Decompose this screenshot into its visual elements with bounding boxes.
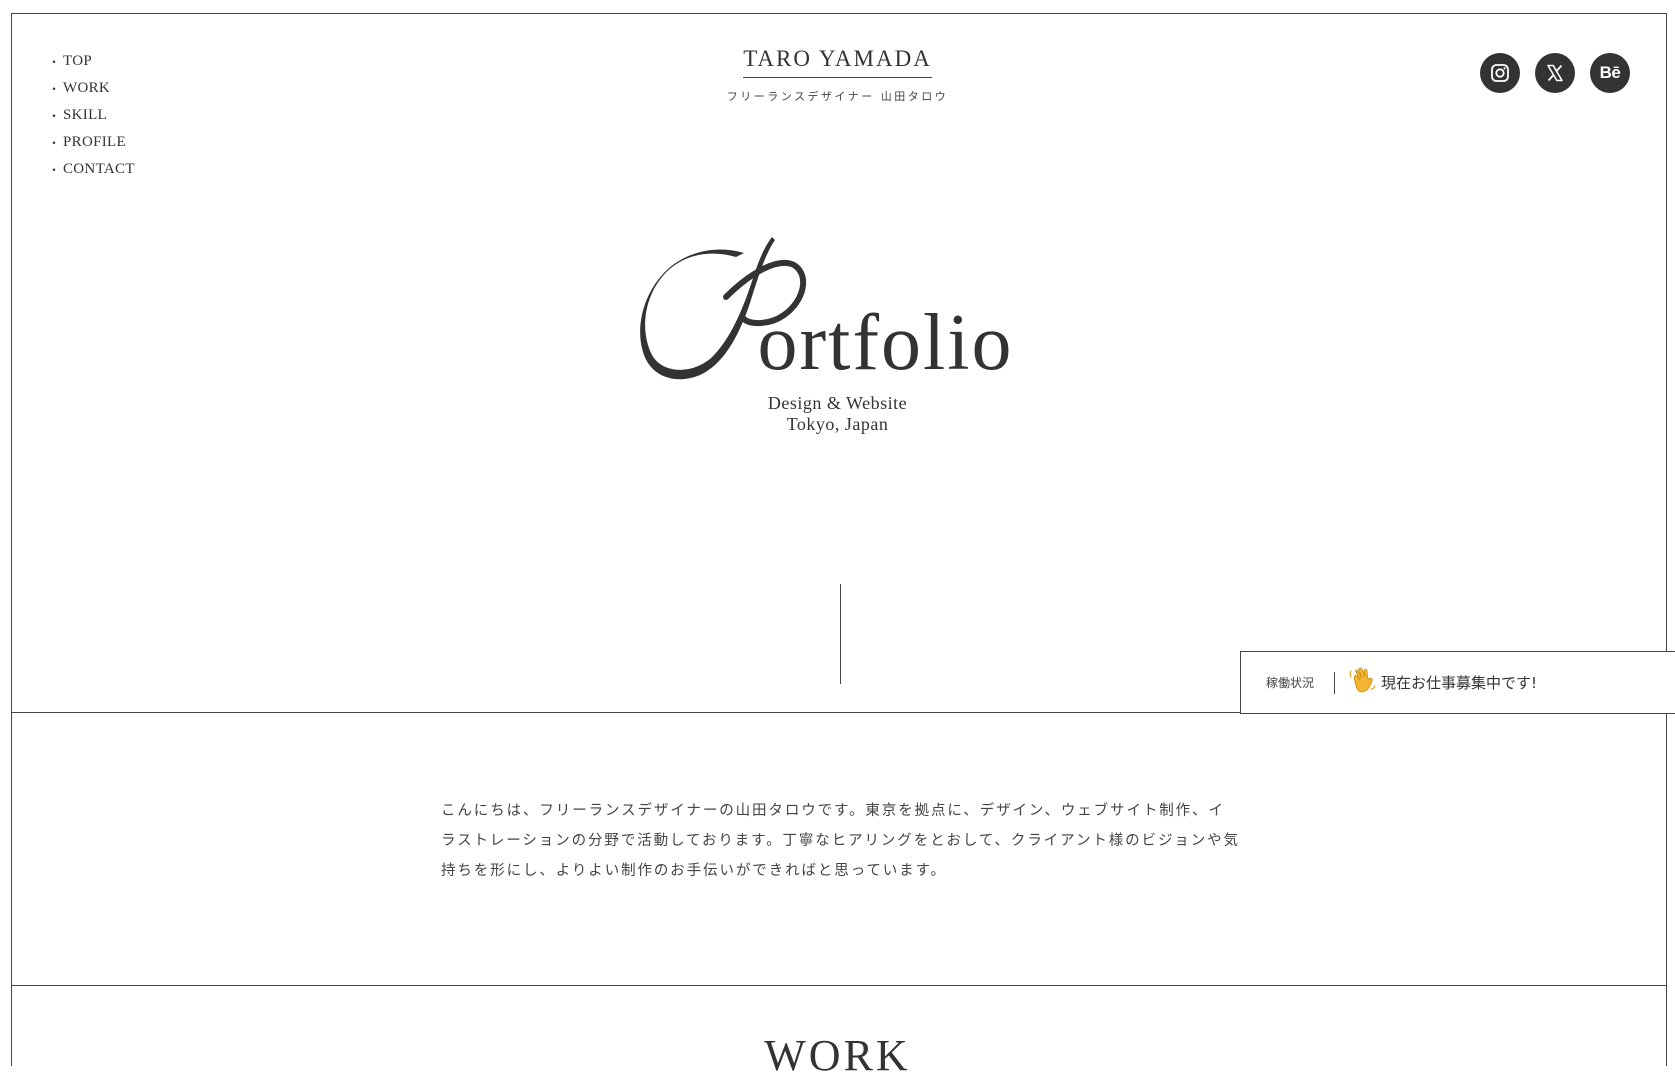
- brand-header: TARO YAMADA フリーランスデザイナー 山田タロウ: [0, 46, 1675, 104]
- behance-icon: Bē: [1599, 63, 1621, 82]
- instagram-link[interactable]: [1480, 53, 1520, 93]
- hero-tagline-line1: Design & Website: [767, 393, 908, 413]
- nav-item-profile: ・ PROFILE: [48, 129, 135, 156]
- nav-item-contact: ・ CONTACT: [48, 156, 135, 183]
- social-links: Bē: [1480, 53, 1630, 93]
- nav-bullet: ・: [48, 136, 61, 150]
- instagram-icon: [1491, 64, 1509, 82]
- waving-hand-icon: [1347, 665, 1377, 700]
- hero-title-text: ortfolio: [757, 299, 1014, 387]
- work-section-heading: WORK: [764, 1031, 911, 1080]
- status-label: 稼働状況: [1266, 676, 1315, 690]
- hero-tagline: Design & Website Tokyo, Japan: [0, 393, 1675, 435]
- scroll-indicator-line: [840, 584, 841, 684]
- nav-link-skill[interactable]: SKILL: [63, 107, 107, 124]
- nav-bullet: ・: [48, 163, 61, 177]
- nav-bullet: ・: [48, 109, 61, 123]
- hero: ortfolio Design & Website Tokyo, Japan: [0, 235, 1675, 435]
- status-divider: [1334, 671, 1336, 694]
- hero-tagline-line2: Tokyo, Japan: [786, 414, 889, 434]
- availability-badge: 稼働状況 現在お仕事募集中です!: [1240, 651, 1675, 714]
- nav-link-contact[interactable]: CONTACT: [63, 161, 135, 178]
- brand-name[interactable]: TARO YAMADA: [743, 46, 932, 78]
- x-icon: [1547, 64, 1563, 82]
- brand-subtitle: フリーランスデザイナー 山田タロウ: [726, 90, 949, 103]
- x-link[interactable]: [1535, 53, 1575, 93]
- status-text: 現在お仕事募集中です!: [1381, 674, 1538, 692]
- nav-item-skill: ・ SKILL: [48, 102, 135, 129]
- nav-link-profile[interactable]: PROFILE: [63, 134, 126, 151]
- intro-paragraph: こんにちは、フリーランスデザイナーの山田タロウです。東京を拠点に、デザイン、ウェ…: [441, 803, 1240, 879]
- behance-link[interactable]: Bē: [1590, 53, 1630, 93]
- hero-title: ortfolio: [638, 235, 1038, 395]
